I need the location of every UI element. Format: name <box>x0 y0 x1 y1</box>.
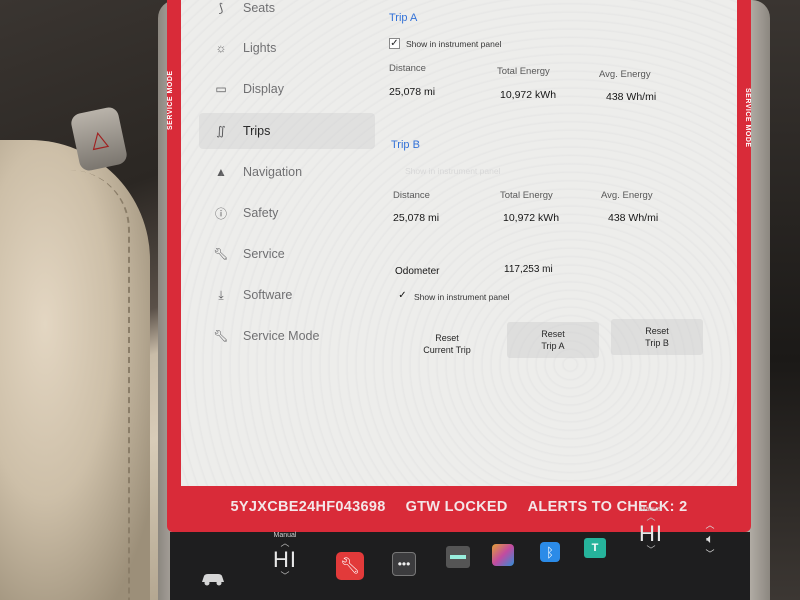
trip-a-distance-value: 25,078 mi <box>389 86 436 98</box>
more-icon[interactable]: ••• <box>392 552 416 576</box>
reset-label: Reset <box>645 326 669 336</box>
chevron-down-icon[interactable]: ﹀ <box>634 546 668 555</box>
bottom-dock: Manual ︿ HI ﹀ 🔧︎ ••• ᛒ T Manual ︿ HI ﹀ ︿… <box>170 506 750 600</box>
trip-a-total-energy-label: Total Energy <box>497 66 550 77</box>
wrench-app-icon[interactable]: 🔧︎ <box>336 552 364 580</box>
volume-control[interactable]: ︿ 🔈︎ ﹀ <box>698 514 722 564</box>
reset-label: Reset <box>541 329 565 339</box>
display-icon: ▭ <box>215 82 227 96</box>
car-icon[interactable] <box>198 568 228 590</box>
wrench-icon: 🔧︎ <box>213 247 229 261</box>
gateway-status: GTW LOCKED <box>405 499 508 515</box>
sidebar-item-label: Trips <box>243 124 271 138</box>
trips-content: Trip A ✓ Show in instrument panel Distan… <box>387 0 727 480</box>
toybox-app-icon[interactable]: T <box>584 538 606 558</box>
odometer-show-checkbox[interactable]: ✓ Show in instrument panel <box>397 291 509 302</box>
sidebar-item-service[interactable]: 🔧︎ Service <box>199 236 375 272</box>
settings-sidebar: ⟆ Seats ☼ Lights ▭ Display ∬ Trips ▲ Nav… <box>199 0 375 380</box>
trip-b-distance-label: Distance <box>393 190 430 201</box>
sidebar-item-label: Lights <box>243 41 277 55</box>
left-climate-control[interactable]: Manual ︿ HI ﹀ <box>268 532 302 581</box>
chevron-down-icon[interactable]: ﹀ <box>268 572 302 581</box>
trip-a-title: Trip A <box>389 12 418 24</box>
temperature-value: HI <box>639 521 663 546</box>
touchscreen: SERVICE MODE SERVICE MODE ⟆ Seats ☼ Ligh… <box>167 0 751 532</box>
reset-target-label: Current Trip <box>423 345 471 355</box>
trip-b-avg-energy-value: 438 Wh/mi <box>608 212 659 224</box>
trip-a-distance-label: Distance <box>389 63 426 74</box>
reset-target-label: Trip B <box>645 338 669 348</box>
light-icon: ☼ <box>215 41 227 55</box>
sidebar-item-software[interactable]: ⤓ Software <box>199 277 375 313</box>
media-app-icon[interactable] <box>492 544 514 566</box>
trip-a-avg-energy-label: Avg. Energy <box>599 69 651 80</box>
odometer-value: 117,253 mi <box>504 264 553 275</box>
sidebar-item-display[interactable]: ▭ Display <box>199 71 375 107</box>
vin-text: 5YJXCBE24HF043698 <box>230 499 386 515</box>
hazard-icon: △ <box>88 124 110 153</box>
download-icon: ⤓ <box>218 287 224 302</box>
trip-b-show-checkbox[interactable]: Show in instrument panel <box>405 166 500 176</box>
trip-b-title: Trip B <box>391 139 420 151</box>
trip-b-avg-energy-label: Avg. Energy <box>601 190 653 201</box>
chevron-down-icon[interactable]: ﹀ <box>705 547 714 560</box>
sidebar-item-label: Seats <box>243 1 275 15</box>
trips-icon: ∬ <box>216 124 226 138</box>
trip-b-distance-value: 25,078 mi <box>393 212 440 224</box>
sidebar-item-lights[interactable]: ☼ Lights <box>199 30 375 66</box>
safety-icon: ⓘ <box>214 206 227 221</box>
sidebar-item-trips[interactable]: ∬ Trips <box>199 113 375 149</box>
checkbox-label: Show in instrument panel <box>405 166 501 176</box>
trip-b-total-energy-value: 10,972 kWh <box>503 212 560 224</box>
sidebar-item-service-mode[interactable]: 🔧︎ Service Mode <box>199 318 375 354</box>
bluetooth-icon[interactable]: ᛒ <box>540 542 560 562</box>
odometer-label: Odometer <box>395 266 440 277</box>
chevron-up-icon[interactable]: ︿ <box>705 518 714 531</box>
wrench-icon: 🔧︎ <box>213 329 229 343</box>
service-mode-label-left: SERVICE MODE <box>167 70 174 130</box>
reset-label: Reset <box>435 333 459 343</box>
sidebar-item-label: Service <box>243 247 285 261</box>
sidebar-item-label: Display <box>243 82 284 96</box>
checkbox-label: Show in instrument panel <box>406 38 502 49</box>
trip-b-total-energy-label: Total Energy <box>500 190 553 201</box>
seat-stitching <box>70 170 130 600</box>
seat-icon: ⟆ <box>218 1 224 15</box>
reset-trip-b-button[interactable]: Reset Trip B <box>611 319 703 355</box>
reset-current-trip-button[interactable]: Reset Current Trip <box>401 326 493 362</box>
checkmark-icon: ✓ <box>398 290 407 301</box>
trip-a-show-checkbox[interactable]: ✓ Show in instrument panel <box>389 38 501 49</box>
sidebar-item-label: Safety <box>243 206 279 220</box>
service-mode-label-right: SERVICE MODE <box>744 88 751 148</box>
right-climate-control[interactable]: Manual ︿ HI ﹀ <box>634 506 668 555</box>
reset-target-label: Trip A <box>541 341 565 351</box>
reset-trip-a-button[interactable]: Reset Trip A <box>507 322 599 358</box>
settings-panel: ⟆ Seats ☼ Lights ▭ Display ∬ Trips ▲ Nav… <box>181 0 737 486</box>
checkmark-icon: ✓ <box>389 38 400 49</box>
sidebar-item-safety[interactable]: ⓘ Safety <box>199 195 375 231</box>
temperature-value: HI <box>273 547 297 572</box>
volume-icon[interactable]: 🔈︎ <box>706 531 714 547</box>
sidebar-item-seats[interactable]: ⟆ Seats <box>199 0 375 26</box>
sidebar-item-navigation[interactable]: ▲ Navigation <box>199 154 375 190</box>
trip-a-avg-energy-value: 438 Wh/mi <box>606 91 657 103</box>
trip-a-total-energy-value: 10,972 kWh <box>500 89 557 101</box>
sidebar-item-label: Navigation <box>243 165 303 179</box>
navigation-icon: ▲ <box>215 165 227 179</box>
sidebar-item-label: Service Mode <box>243 329 320 343</box>
checkbox-label: Show in instrument panel <box>414 291 510 302</box>
energy-app-icon[interactable] <box>446 546 470 568</box>
sidebar-item-label: Software <box>243 288 293 302</box>
